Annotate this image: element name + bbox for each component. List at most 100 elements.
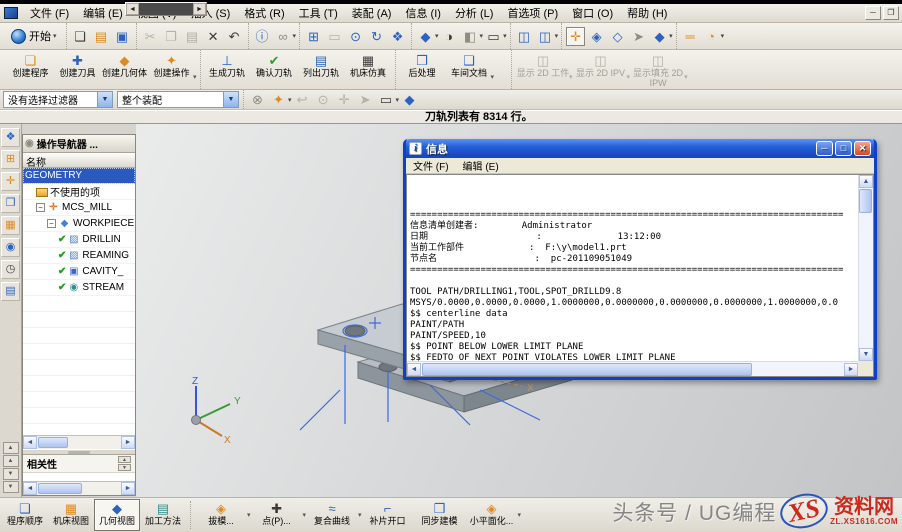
- chevron-down-icon[interactable]: ▾: [480, 32, 484, 40]
- create-tool-button[interactable]: ✚创建刀具: [54, 52, 101, 88]
- constraint-navigator-icon[interactable]: ⊞: [1, 150, 20, 169]
- assembly-navigator-icon[interactable]: ❖: [1, 128, 20, 147]
- child-restore-button[interactable]: ❐: [883, 6, 899, 20]
- save-icon[interactable]: ▣: [113, 27, 132, 46]
- pin-icon[interactable]: ◉: [25, 138, 34, 149]
- measure-distance-icon[interactable]: ═: [681, 27, 700, 46]
- scroll-down-icon[interactable]: ▼: [859, 348, 873, 361]
- collapse-up-icon[interactable]: ▲: [118, 456, 131, 463]
- snap-midpoint-icon[interactable]: ◆: [650, 27, 669, 46]
- expander-icon[interactable]: −: [47, 219, 56, 228]
- scroll-arrow-icon[interactable]: ▲: [3, 455, 19, 467]
- show-2d-workpiece-button[interactable]: ◫显示 2D 工件: [515, 52, 571, 88]
- zoom-box-icon[interactable]: ▭: [325, 27, 344, 46]
- information-window-titlebar[interactable]: i 信息 ─□✕: [406, 139, 874, 158]
- geometry-view-button[interactable]: ◆几何视图: [94, 499, 140, 531]
- copy-icon[interactable]: ❐: [162, 27, 181, 46]
- patch-opening-button[interactable]: ⌐补片开口: [362, 499, 414, 531]
- menu-item[interactable]: 工具 (T): [292, 3, 345, 23]
- information-text[interactable]: ========================================…: [407, 175, 858, 361]
- open-file-icon[interactable]: ▤: [92, 27, 111, 46]
- navigator-column-header[interactable]: 名称: [23, 153, 135, 168]
- menu-item[interactable]: 分析 (L): [448, 3, 501, 23]
- scroll-up-icon[interactable]: ▲: [859, 175, 873, 188]
- display-mode-icon[interactable]: ◑: [440, 27, 459, 46]
- select-cursor-icon[interactable]: ➤: [356, 90, 375, 109]
- delete-icon[interactable]: ✕: [204, 27, 223, 46]
- scroll-arrow-icon[interactable]: ▼: [3, 468, 19, 480]
- chevron-down-icon[interactable]: ▾: [293, 32, 297, 40]
- machine-simulation-button[interactable]: ▦机床仿真: [345, 52, 392, 88]
- wcs-dynamics-icon[interactable]: ✛: [566, 27, 585, 46]
- info-vscrollbar[interactable]: ▲ ▼: [858, 175, 873, 361]
- faceting-button[interactable]: ◈小平面化...: [466, 499, 518, 531]
- part-navigator-icon[interactable]: ✛: [1, 172, 20, 191]
- fit-window-icon[interactable]: ⊞: [304, 27, 323, 46]
- create-program-button[interactable]: ❏创建程序: [7, 52, 54, 88]
- chevron-down-icon[interactable]: ▾: [435, 32, 439, 40]
- chevron-down-icon[interactable]: ▾: [503, 32, 507, 40]
- scroll-arrow-icon[interactable]: ▼: [3, 481, 19, 493]
- scroll-right-icon[interactable]: ►: [193, 3, 206, 15]
- scroll-right-icon[interactable]: ►: [121, 482, 135, 495]
- tree-item-cavity[interactable]: − ✔ CAVITY_: [23, 264, 135, 280]
- scrollbar-thumb[interactable]: [38, 483, 82, 494]
- check-icon[interactable]: ✔: [58, 266, 66, 277]
- point-constructor-icon[interactable]: ◇: [608, 27, 627, 46]
- deselect-icon[interactable]: ↩: [293, 90, 312, 109]
- rectangle-select-icon[interactable]: ▭: [377, 90, 396, 109]
- start-button[interactable]: 开始 ▾: [5, 26, 63, 46]
- info-hscrollbar[interactable]: ◄ ►: [407, 361, 858, 376]
- scroll-left-icon[interactable]: ◄: [126, 3, 139, 15]
- menu-item[interactable]: 帮助 (H): [620, 3, 674, 23]
- background-icon[interactable]: ▭: [484, 27, 503, 46]
- highlight-selection-icon[interactable]: ✦: [269, 90, 288, 109]
- point-button[interactable]: ✚点(P)...: [251, 499, 303, 531]
- scrollbar-thumb[interactable]: [859, 189, 872, 213]
- undo-icon[interactable]: ↶: [225, 27, 244, 46]
- selection-scope-dropdown[interactable]: 整个装配 ▼: [117, 91, 239, 108]
- menu-item[interactable]: 文件 (F): [406, 157, 456, 174]
- tree-item-workpiece[interactable]: − ✔ WORKPIECE: [23, 216, 135, 232]
- chevron-down-icon[interactable]: ▾: [669, 32, 673, 40]
- menu-item[interactable]: 窗口 (O): [565, 3, 620, 23]
- face-analysis-icon[interactable]: ◧: [461, 27, 480, 46]
- menu-item[interactable]: 信息 (I): [398, 3, 447, 23]
- navigator-header[interactable]: ◉ 操作导航器 ...: [23, 135, 135, 153]
- machine-tool-navigator-icon[interactable]: ▦: [1, 216, 20, 235]
- system-materials-icon[interactable]: ▤: [1, 282, 20, 301]
- tree-item-stream[interactable]: − ✔ STREAM: [23, 280, 135, 296]
- information-icon[interactable]: ⓘ: [253, 27, 272, 46]
- create-operation-button[interactable]: ✦创建操作: [148, 52, 195, 88]
- snap-view-icon[interactable]: ◫: [536, 27, 555, 46]
- select-arrow-icon[interactable]: ➤: [629, 27, 648, 46]
- chevron-down-icon[interactable]: ▾: [684, 73, 688, 81]
- cut-icon[interactable]: ✂: [141, 27, 160, 46]
- composite-curve-button[interactable]: ≈复合曲线: [306, 499, 358, 531]
- menu-item[interactable]: 装配 (A): [345, 3, 399, 23]
- info-maximize-button[interactable]: □: [835, 141, 852, 156]
- measure-angle-icon[interactable]: ◔: [702, 27, 721, 46]
- scroll-left-icon[interactable]: ◄: [23, 482, 37, 495]
- scroll-left-icon[interactable]: ◄: [23, 436, 37, 449]
- solid-body-filter-icon[interactable]: ◆: [400, 90, 419, 109]
- paste-icon[interactable]: ▤: [183, 27, 202, 46]
- rotate-view-icon[interactable]: ↻: [367, 27, 386, 46]
- program-order-view-button[interactable]: ❏程序顺序: [2, 499, 48, 531]
- zoom-icon[interactable]: ⊙: [346, 27, 365, 46]
- check-icon[interactable]: ✔: [58, 234, 66, 245]
- collapse-down-icon[interactable]: ▼: [118, 464, 131, 471]
- menu-item[interactable]: 编辑 (E): [456, 157, 506, 174]
- child-minimize-button[interactable]: ─: [865, 6, 881, 20]
- machining-method-view-button[interactable]: ▤加工方法: [140, 499, 186, 531]
- scrollbar-thumb[interactable]: [422, 363, 752, 376]
- pan-icon[interactable]: ❖: [388, 27, 407, 46]
- draft-button[interactable]: ◈拔模...: [195, 499, 247, 531]
- scroll-right-icon[interactable]: ►: [121, 436, 135, 449]
- shop-documentation-button[interactable]: ❑车间文档: [446, 52, 493, 88]
- scroll-left-icon[interactable]: ◄: [407, 363, 421, 376]
- chevron-down-icon[interactable]: ▾: [288, 96, 292, 104]
- new-file-icon[interactable]: ❏: [71, 27, 90, 46]
- chevron-down-icon[interactable]: ▾: [193, 73, 197, 81]
- tree-item-mcs-mill[interactable]: − ✔ MCS_MILL: [23, 200, 135, 216]
